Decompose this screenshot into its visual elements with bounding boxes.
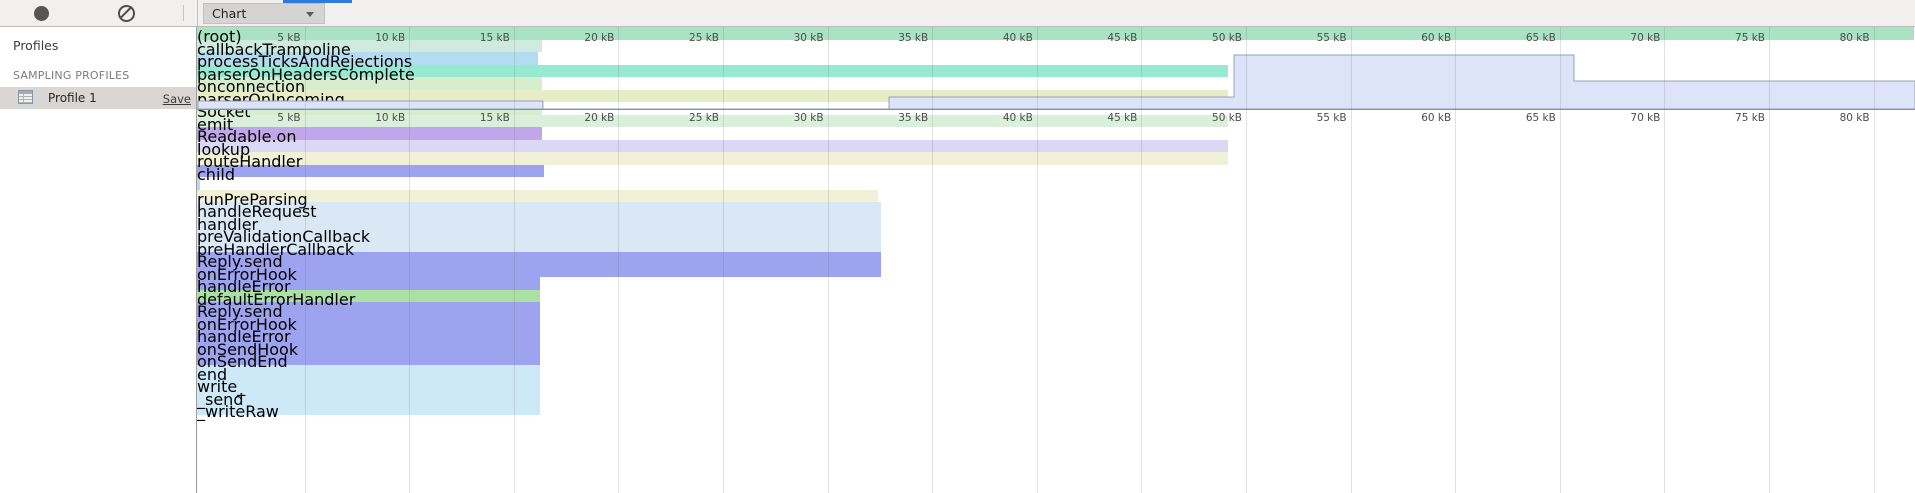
ruler-bottom-label: 30 kB (754, 112, 824, 124)
toolbar-separator (197, 0, 198, 26)
gridline (409, 27, 410, 493)
ruler-bottom-label: 75 kB (1695, 112, 1765, 124)
profiles-sidebar: Profiles SAMPLING PROFILES Profile 1 Sav… (0, 27, 197, 493)
record-icon (34, 6, 49, 21)
sidebar-heading: Profiles (13, 38, 58, 53)
ruler-top-label: 60 kB (1381, 32, 1451, 44)
overview-graph[interactable] (197, 27, 1915, 493)
ruler-top-label: 70 kB (1590, 32, 1660, 44)
ruler-bottom-label: 70 kB (1590, 112, 1660, 124)
ruler-top-label: 20 kB (544, 32, 614, 44)
gridline (1874, 27, 1875, 493)
ruler-top-label: 80 kB (1800, 32, 1870, 44)
chart-canvas: (root)callbackTrampolineprocessTicksAndR… (197, 27, 1915, 493)
ruler-bottom-label: 10 kB (335, 112, 405, 124)
ruler-top-label: 75 kB (1695, 32, 1765, 44)
gridline (618, 27, 619, 493)
clear-button[interactable] (110, 0, 142, 26)
sidebar-section-label: SAMPLING PROFILES (13, 69, 129, 82)
gridline (1455, 27, 1456, 493)
gridline (1246, 27, 1247, 493)
ruler-bottom-label: 20 kB (544, 112, 614, 124)
record-button[interactable] (25, 0, 57, 26)
gridline (828, 27, 829, 493)
ruler-top-label: 40 kB (963, 32, 1033, 44)
profile-grid-icon (18, 90, 33, 104)
toolbar: Chart (0, 0, 1915, 27)
sidebar-item-profile-1[interactable]: Profile 1 Save (0, 87, 196, 109)
ruler-bottom-label: 15 kB (440, 112, 510, 124)
memory-profiler-app: Chart Profiles SAMPLING PROFILES Profile… (0, 0, 1915, 493)
ruler-top-label: 45 kB (1067, 32, 1137, 44)
ruler-top-label: 5 kB (231, 32, 301, 44)
ruler-bottom-label: 35 kB (858, 112, 928, 124)
ruler-bottom-label: 40 kB (963, 112, 1033, 124)
ruler-top-label: 25 kB (649, 32, 719, 44)
active-tab-indicator (283, 0, 352, 3)
ruler-bottom-label: 45 kB (1067, 112, 1137, 124)
gridline (1769, 27, 1770, 493)
ruler-bottom-label: 50 kB (1172, 112, 1242, 124)
gridline (1141, 27, 1142, 493)
ruler-top-label: 55 kB (1277, 32, 1347, 44)
gridline (305, 27, 306, 493)
gridline (932, 27, 933, 493)
toolbar-divider (183, 5, 184, 21)
gridline (1664, 27, 1665, 493)
ruler-top-label: 50 kB (1172, 32, 1242, 44)
overview-baseline (197, 109, 1915, 110)
ruler-top-label: 35 kB (858, 32, 928, 44)
ruler-bottom-label: 60 kB (1381, 112, 1451, 124)
gridline (1351, 27, 1352, 493)
ruler-bottom-label: 80 kB (1800, 112, 1870, 124)
view-mode-dropdown[interactable]: Chart (203, 3, 325, 24)
save-profile-link[interactable]: Save (163, 92, 191, 106)
ruler-top-label: 65 kB (1486, 32, 1556, 44)
overview-silhouette (198, 55, 1915, 109)
gridline (1560, 27, 1561, 493)
gridline (514, 27, 515, 493)
gridline (1037, 27, 1038, 493)
clear-icon (118, 5, 135, 22)
chevron-down-icon (306, 12, 314, 17)
ruler-top-label: 15 kB (440, 32, 510, 44)
ruler-bottom-label: 65 kB (1486, 112, 1556, 124)
view-mode-value: Chart (212, 6, 246, 21)
ruler-bottom-label: 55 kB (1277, 112, 1347, 124)
ruler-top-label: 10 kB (335, 32, 405, 44)
ruler-top-label: 30 kB (754, 32, 824, 44)
gridline (723, 27, 724, 493)
profile-name: Profile 1 (48, 91, 97, 105)
ruler-bottom-label: 25 kB (649, 112, 719, 124)
ruler-bottom-label: 5 kB (231, 112, 301, 124)
